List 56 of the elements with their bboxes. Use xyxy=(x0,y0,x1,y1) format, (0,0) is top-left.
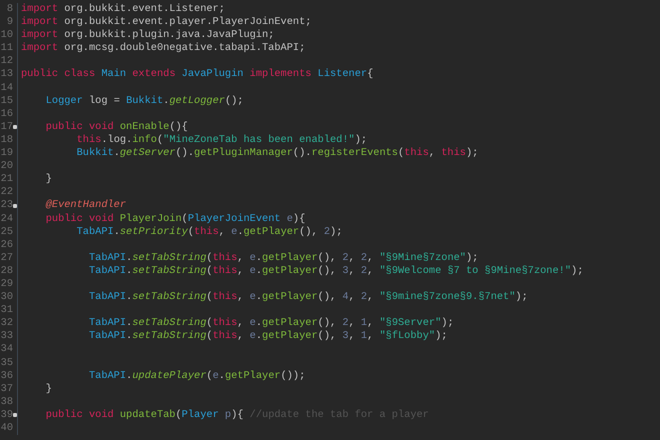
line-number: 34 xyxy=(0,343,13,357)
line-number: 38 xyxy=(0,396,13,409)
line-number: 10 xyxy=(0,29,13,42)
code-line: @EventHandler xyxy=(44,199,126,212)
code-line: } xyxy=(44,382,52,396)
line-number: 26 xyxy=(0,238,13,252)
line-number: 12 xyxy=(0,55,13,68)
line-number: 36 xyxy=(0,370,13,383)
code-line: Bukkit.getServer().getPluginManager().registerEvents(this, this); xyxy=(76,147,478,160)
line-number: 22 xyxy=(0,186,13,200)
line-number: 14 xyxy=(0,82,13,95)
fold-marker-icon[interactable] xyxy=(13,125,17,130)
line-number: 28 xyxy=(0,264,13,278)
line-number: 13 xyxy=(0,68,13,82)
fold-marker-icon[interactable] xyxy=(13,204,17,208)
code-line: Logger log = Bukkit.getLogger(); xyxy=(44,94,244,108)
line-number: 27 xyxy=(0,252,13,265)
code-line: TabAPI.setTabString(this, e.getPlayer(), 4, 2, "§9mine§7zone§9.§7net"); xyxy=(88,291,528,304)
line-number: 35 xyxy=(0,356,13,370)
code-line: } xyxy=(44,173,52,186)
code-line: import org.bukkit.plugin.java.JavaPlugin; xyxy=(21,29,274,42)
fold-marker-icon[interactable] xyxy=(13,413,17,418)
line-number: 30 xyxy=(0,291,13,304)
line-number: 25 xyxy=(0,226,13,239)
code-line: import org.bukkit.event.Listener; xyxy=(21,3,225,16)
code-line: TabAPI.setTabString(this, e.getPlayer(), 2, 1, "§9Server"); xyxy=(88,317,454,330)
code-line: import org.bukkit.event.player.PlayerJoinEvent; xyxy=(21,16,312,30)
code-line: public void onEnable(){ xyxy=(44,120,188,134)
line-number: 15 xyxy=(0,94,13,108)
code-line: public void PlayerJoin(PlayerJoinEvent e){ xyxy=(44,212,306,226)
code-line: import org.mcsg.double0negative.tabapi.TabAPI; xyxy=(21,42,306,56)
code-line: TabAPI.setTabString(this, e.getPlayer(), 3, 1, "§fLobby"); xyxy=(88,330,448,344)
line-number: 18 xyxy=(0,134,13,148)
line-number: 37 xyxy=(0,382,13,396)
code-line: TabAPI.setTabString(this, e.getPlayer(), 2, 2, "§9Mine§7zone"); xyxy=(88,252,478,265)
line-number: 21 xyxy=(0,173,13,186)
line-number: 20 xyxy=(0,160,13,174)
line-number: 24 xyxy=(0,212,13,226)
code-line: TabAPI.updatePlayer(e.getPlayer()); xyxy=(88,370,306,383)
code-line: this.log.info("MineZoneTab has been enabled!"); xyxy=(76,134,368,148)
line-number: 33 xyxy=(0,330,13,344)
line-number: 8 xyxy=(6,3,13,16)
line-number: 32 xyxy=(0,317,13,330)
line-number: 19 xyxy=(0,147,13,160)
code-line: TabAPI.setPriority(this, e.getPlayer(), 2); xyxy=(76,226,342,239)
line-number: 17 xyxy=(0,120,13,134)
line-number: 40 xyxy=(0,422,13,436)
code-line: public class Main extends JavaPlugin implements Listener{ xyxy=(21,68,374,82)
line-number: 23 xyxy=(0,199,13,212)
code-line: TabAPI.setTabString(this, e.getPlayer(), 3, 2, "§9Welcome §7 to §9Mine§7zone!"); xyxy=(88,264,584,278)
line-number: 11 xyxy=(0,42,13,56)
line-number: 39 xyxy=(0,408,13,422)
line-number: 16 xyxy=(0,108,13,121)
line-number: 31 xyxy=(0,304,13,318)
line-number: 29 xyxy=(0,278,13,292)
line-number: 9 xyxy=(6,16,13,30)
